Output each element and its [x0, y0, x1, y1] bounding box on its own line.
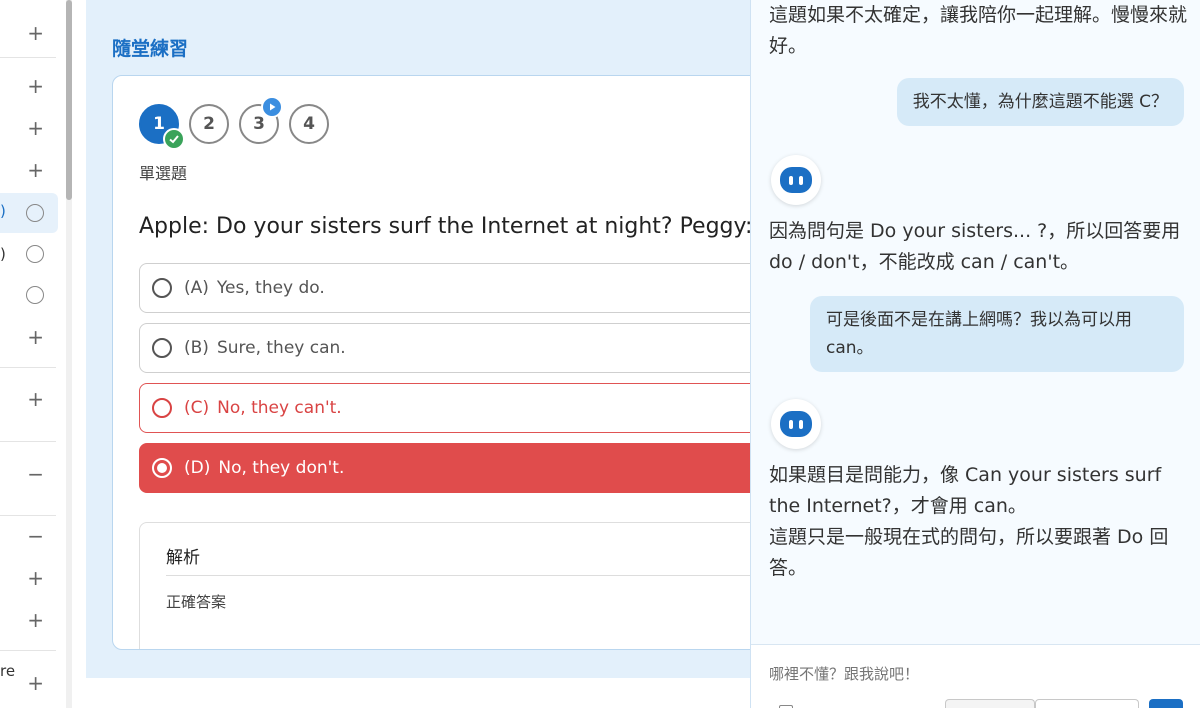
- sidebar-expand-button[interactable]: +: [0, 669, 58, 697]
- plus-icon: +: [27, 325, 44, 349]
- bot-message: 因為問句是 Do your sisters... ?，所以回答要用 do / d…: [769, 220, 1181, 273]
- tutor-chat-panel: 這題如果不太確定，讓我陪你一起理解。慢慢來就好。 我不太懂，為什麼這題不能選 C…: [750, 0, 1200, 708]
- sidebar-expand-button[interactable]: +: [0, 385, 58, 413]
- option-letter: (D): [184, 458, 211, 478]
- step-4-button[interactable]: 4: [289, 104, 329, 144]
- sidebar-expand-button[interactable]: +: [0, 564, 58, 592]
- user-message: 可是後面不是在講上網嗎？我以為可以用 can。: [810, 296, 1184, 372]
- question-card: 1 2 3 4 單選題 Apple: Do your sisters surf …: [112, 75, 772, 650]
- analysis-title: 解析: [166, 548, 200, 568]
- play-icon: [261, 96, 283, 118]
- plus-icon: +: [27, 116, 44, 140]
- sidebar-expand-button[interactable]: +: [0, 156, 58, 184]
- correct-answer-label: 正確答案: [166, 593, 227, 611]
- plus-icon: +: [27, 671, 44, 695]
- chat-input-area: [751, 644, 1200, 708]
- option-text: Sure, they can.: [216, 338, 346, 358]
- plus-icon: +: [27, 566, 44, 590]
- send-button[interactable]: [1149, 699, 1183, 708]
- sidebar-expand-button[interactable]: +: [0, 606, 58, 634]
- minus-icon: −: [27, 462, 44, 486]
- status-circle-icon: [26, 204, 44, 222]
- bot-message: 如果題目是問能力，像 Can your sisters surf the Int…: [769, 464, 1162, 517]
- option-text: No, they don't.: [218, 458, 345, 478]
- question-stepper: 1 2 3 4: [139, 96, 329, 150]
- sidebar-divider: [0, 650, 56, 651]
- option-text: No, they can't.: [217, 398, 342, 418]
- step-2-button[interactable]: 2: [189, 104, 229, 144]
- plus-icon: +: [27, 74, 44, 98]
- status-circle-icon: [26, 245, 44, 263]
- sidebar-scrollbar-thumb[interactable]: [66, 0, 72, 200]
- plus-icon: +: [27, 387, 44, 411]
- robot-icon: [780, 167, 812, 193]
- sidebar-collapse-button[interactable]: −: [0, 460, 58, 488]
- status-circle-icon: [26, 286, 44, 304]
- practice-panel: 隨堂練習 1 2 3 4 單選題 Apple: Do your sisters …: [86, 0, 772, 678]
- sidebar-expand-button[interactable]: +: [0, 114, 58, 142]
- sidebar-collapse-button[interactable]: −: [0, 522, 58, 550]
- user-message: 我不太懂，為什麼這題不能選 C？: [896, 78, 1184, 126]
- step-number: 1: [153, 114, 165, 134]
- option-b[interactable]: (B) Sure, they can.: [139, 323, 771, 373]
- course-sidebar: + + + + ) ) + + − − + + re +: [0, 0, 58, 708]
- sidebar-lesson-item[interactable]: [0, 199, 58, 227]
- chat-option-button[interactable]: [1035, 699, 1139, 708]
- option-letter: (A): [184, 278, 209, 298]
- sidebar-lesson-item[interactable]: [0, 281, 58, 309]
- step-number: 2: [203, 114, 215, 134]
- option-a[interactable]: (A) Yes, they do.: [139, 263, 771, 313]
- question-text: Apple: Do your sisters surf the Internet…: [139, 214, 772, 239]
- plus-icon: +: [27, 158, 44, 182]
- plus-icon: +: [27, 21, 44, 45]
- chat-option-button[interactable]: [945, 699, 1035, 708]
- option-d[interactable]: (D) No, they don't.: [139, 443, 771, 493]
- sidebar-expand-button[interactable]: +: [0, 72, 58, 100]
- step-number: 4: [303, 114, 315, 134]
- radio-selected-icon: [152, 458, 172, 478]
- sidebar-divider: [0, 441, 56, 442]
- minus-icon: −: [27, 524, 44, 548]
- step-number: 3: [253, 114, 265, 134]
- analysis-box: 解析 正確答案: [139, 522, 771, 649]
- sidebar-divider: [0, 367, 56, 368]
- option-text: Yes, they do.: [216, 278, 325, 298]
- sidebar-lesson-item[interactable]: [0, 240, 58, 268]
- step-1-button[interactable]: 1: [139, 104, 185, 150]
- plus-icon: +: [27, 608, 44, 632]
- bot-message: 這題只是一般現在式的問句，所以要跟著 Do 回答。: [769, 526, 1169, 579]
- option-letter: (C): [184, 398, 210, 418]
- step-3-button[interactable]: 3: [239, 96, 283, 144]
- analysis-divider: [166, 575, 771, 576]
- robot-icon: [780, 411, 812, 437]
- bot-avatar: [771, 155, 821, 205]
- question-type-label: 單選題: [139, 164, 188, 183]
- chat-input[interactable]: [769, 665, 1069, 683]
- panel-title: 隨堂練習: [112, 38, 189, 60]
- option-c[interactable]: (C) No, they can't.: [139, 383, 771, 433]
- sidebar-expand-button[interactable]: +: [0, 323, 58, 351]
- sidebar-divider: [0, 57, 56, 58]
- radio-icon: [152, 398, 172, 418]
- radio-icon: [152, 338, 172, 358]
- radio-icon: [152, 278, 172, 298]
- sidebar-divider: [0, 515, 56, 516]
- option-letter: (B): [184, 338, 209, 358]
- sidebar-expand-button[interactable]: +: [0, 19, 58, 47]
- check-icon: [163, 128, 185, 150]
- bot-avatar: [771, 399, 821, 449]
- bot-message: 這題如果不太確定，讓我陪你一起理解。慢慢來就好。: [769, 4, 1188, 57]
